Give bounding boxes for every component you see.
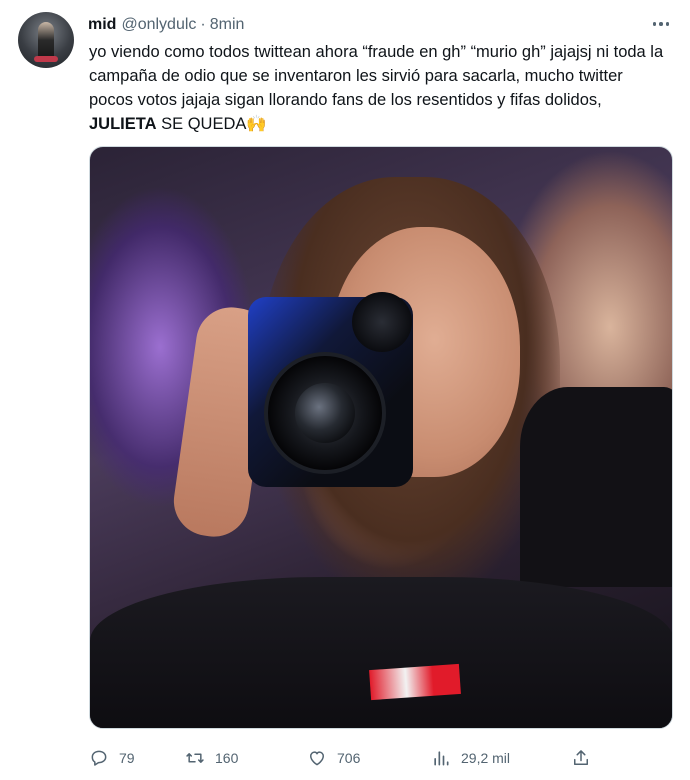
photo-camera-lens-glass [295, 383, 355, 443]
tweet-text-end: SE QUEDA🙌 [156, 115, 267, 133]
tweet-header: mid @onlydulc · 8min [88, 14, 670, 36]
photo-background-person [520, 387, 672, 587]
avatar-detail [34, 56, 58, 62]
retweet-count: 160 [215, 750, 239, 766]
views-button[interactable]: 29,2 mil [431, 748, 571, 768]
view-count: 29,2 mil [461, 750, 511, 766]
tweet-media-photo[interactable] [89, 146, 673, 729]
user-handle[interactable]: @onlydulc [121, 16, 196, 34]
tweet-text-bold: JULIETA [89, 115, 157, 133]
reply-icon [91, 750, 107, 766]
like-icon [310, 751, 324, 766]
views-icon [434, 751, 449, 766]
reply-button[interactable]: 79 [89, 748, 185, 768]
retweet-icon [186, 753, 204, 763]
tweet-actions: 79 160 706 29,2 mil [89, 744, 609, 772]
like-button[interactable]: 706 [307, 748, 431, 768]
photo-wristband [369, 663, 461, 701]
retweet-button[interactable]: 160 [185, 748, 307, 768]
separator-dot: · [200, 16, 206, 33]
tweet-text-part: yo viendo como todos twittean ahora “fra… [89, 43, 664, 109]
tweet-text: yo viendo como todos twittean ahora “fra… [89, 40, 669, 136]
share-button[interactable] [571, 748, 591, 768]
timestamp[interactable]: 8min [210, 16, 245, 34]
tweet: mid @onlydulc · 8min yo viendo como todo… [0, 0, 690, 780]
like-count: 706 [337, 750, 361, 766]
reply-count: 79 [119, 750, 135, 766]
photo-dress-shape [90, 577, 672, 728]
more-icon [652, 22, 657, 26]
more-options-button[interactable] [650, 14, 672, 34]
display-name[interactable]: mid [88, 16, 116, 34]
avatar[interactable] [18, 12, 74, 68]
share-icon [574, 750, 588, 765]
photo-camera-viewfinder [352, 292, 412, 352]
